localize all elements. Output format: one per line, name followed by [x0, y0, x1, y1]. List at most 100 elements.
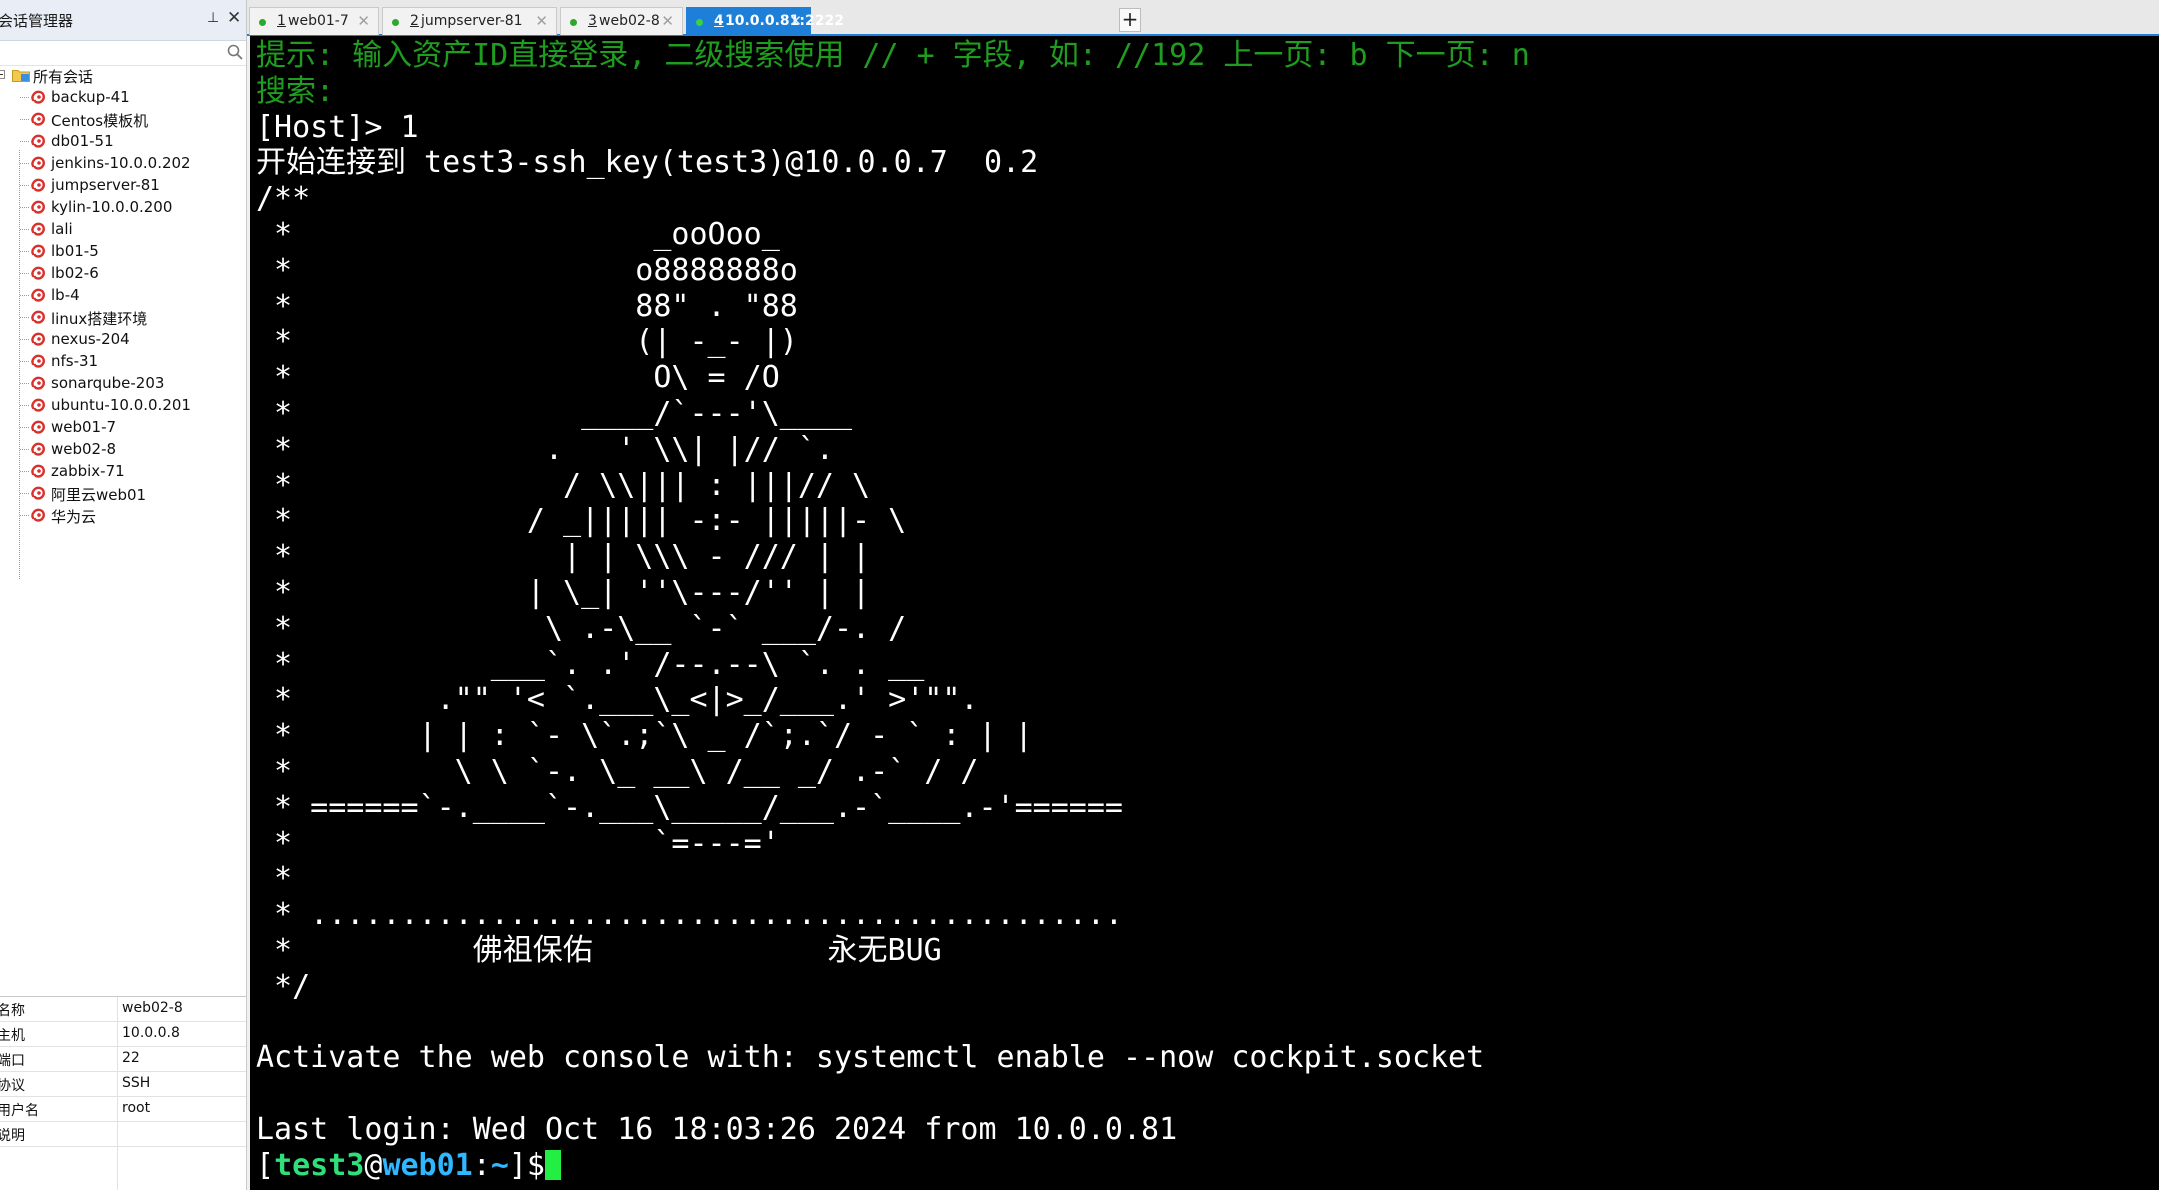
ssh-session-icon: [31, 332, 45, 346]
tree-connector: [20, 427, 30, 428]
session-item[interactable]: 阿里云web01: [0, 482, 246, 504]
session-search-input[interactable]: [0, 41, 226, 65]
session-item[interactable]: zabbix-71: [0, 460, 246, 482]
session-item[interactable]: backup-41: [0, 86, 246, 108]
session-item[interactable]: lb02-6: [0, 262, 246, 284]
property-key: 协议: [0, 1078, 25, 1094]
prompt-host: web01: [382, 1147, 473, 1183]
session-label: backup-41: [51, 88, 130, 106]
ssh-session-icon: [31, 178, 45, 192]
session-item[interactable]: Centos模板机: [0, 108, 246, 130]
session-label: jenkins-10.0.0.202: [51, 154, 191, 172]
new-tab-button[interactable]: +: [1119, 8, 1141, 32]
property-value: root: [122, 1100, 151, 1116]
session-item[interactable]: nexus-204: [0, 328, 246, 350]
ssh-session-icon: [31, 112, 45, 126]
terminal-view[interactable]: 提示: 输入资产ID直接登录, 二级搜索使用 // + 字段, 如: //192…: [250, 36, 2159, 1190]
host-prompt-line: [Host]> 1: [256, 109, 419, 145]
close-panel-icon[interactable]: ✕: [227, 8, 241, 28]
pin-icon[interactable]: ⊥: [207, 10, 219, 26]
last-login-line: Last login: Wed Oct 16 18:03:26 2024 fro…: [256, 1111, 1178, 1147]
tree-connector: [20, 141, 30, 142]
close-tab-icon[interactable]: ✕: [789, 12, 802, 30]
tab-label: jumpserver-81: [421, 13, 523, 29]
banner-line: * `=---=': [256, 825, 780, 861]
ssh-session-icon: [31, 156, 45, 170]
session-tab[interactable]: 4 10.0.0.81:2222 ✕: [686, 7, 844, 35]
session-label: zabbix-71: [51, 462, 125, 480]
property-key: 用户名: [0, 1103, 39, 1119]
tree-connector: [20, 405, 30, 406]
session-item[interactable]: lb-4: [0, 284, 246, 306]
banner-line: * 佛祖保佑 永无BUG: [256, 932, 942, 968]
session-item[interactable]: nfs-31: [0, 350, 246, 372]
banner-line: * 88" . "88: [256, 288, 798, 324]
session-item[interactable]: web02-8: [0, 438, 246, 460]
session-item[interactable]: 华为云: [0, 504, 246, 526]
tree-connector: [20, 361, 30, 362]
property-row: 端口 22: [0, 1047, 246, 1072]
close-tab-icon[interactable]: ✕: [535, 12, 548, 30]
banner-line: * \ .-\__ `-` ___/-. /: [256, 610, 907, 646]
close-tab-icon[interactable]: ✕: [661, 12, 674, 30]
session-item[interactable]: web01-7: [0, 416, 246, 438]
ssh-session-icon: [31, 90, 45, 104]
ssh-session-icon: [31, 464, 45, 478]
session-item[interactable]: jumpserver-81: [0, 174, 246, 196]
session-tab[interactable]: 3 web02-8 ✕: [560, 7, 683, 35]
session-label: linux搭建环境: [51, 310, 148, 328]
ssh-session-icon: [31, 354, 45, 368]
banner-line: * / \\||| : |||// \: [256, 467, 871, 503]
banner-line: * | \_| ''\---/'' | |: [256, 574, 871, 610]
tree-root-label: 所有会话: [33, 68, 94, 86]
ssh-session-icon: [31, 222, 45, 236]
tree-connector: [20, 471, 30, 472]
tree-connector: [20, 515, 30, 516]
tree-vertical-line: [19, 150, 20, 580]
session-item[interactable]: linux搭建环境: [0, 306, 246, 328]
session-manager-header: 会话管理器 ⊥ ✕: [0, 0, 246, 41]
shell-prompt[interactable]: [test3@web01:~]$: [256, 1148, 561, 1183]
banner-line: * ......................................…: [256, 897, 1123, 933]
property-key: 主机: [0, 1028, 25, 1044]
session-item[interactable]: sonarqube-203: [0, 372, 246, 394]
close-tab-icon[interactable]: ✕: [357, 12, 370, 30]
tab-number: 2: [410, 13, 419, 29]
tree-connector: [20, 339, 30, 340]
tree-connector: [20, 251, 30, 252]
session-label: sonarqube-203: [51, 374, 165, 392]
session-item[interactable]: kylin-10.0.0.200: [0, 196, 246, 218]
tree-connector: [20, 119, 30, 120]
prompt-path: ~: [490, 1147, 509, 1183]
search-icon[interactable]: [226, 43, 244, 61]
ssh-session-icon: [31, 508, 45, 522]
tree-connector: [20, 317, 30, 318]
banner-line: *: [256, 861, 293, 897]
session-label: ubuntu-10.0.0.201: [51, 396, 191, 414]
terminal-output: 提示: 输入资产ID直接登录, 二级搜索使用 // + 字段, 如: //192…: [256, 38, 1530, 1184]
session-label: jumpserver-81: [51, 176, 160, 194]
session-tab[interactable]: 2 jumpserver-81 ✕: [382, 7, 557, 35]
tree-connector: [20, 163, 30, 164]
banner-line: * _ooOoo_: [256, 216, 780, 252]
banner-line: * (| -_- |): [256, 324, 798, 360]
buddha-banner: /** * _ooOoo_ * o8888888o * 88" . "88 * …: [256, 181, 1123, 1004]
tree-connector: [20, 493, 30, 494]
session-item[interactable]: ubuntu-10.0.0.201: [0, 394, 246, 416]
banner-line: * ___`. .' /--.--\ `. . __: [256, 646, 925, 682]
ssh-session-icon: [31, 310, 45, 324]
session-label: lb-4: [51, 286, 80, 304]
banner-line: * ."" '< `.___\_<|>_/___.' >'"".: [256, 682, 979, 718]
ssh-session-icon: [31, 420, 45, 434]
tree-root-all-sessions[interactable]: 所有会话: [0, 64, 246, 86]
session-item[interactable]: lali: [0, 218, 246, 240]
collapse-toggle-icon[interactable]: [0, 70, 5, 79]
prompt-user: test3: [274, 1147, 365, 1183]
property-row: 主机 10.0.0.8: [0, 1022, 246, 1047]
session-item[interactable]: db01-51: [0, 130, 246, 152]
banner-line: */: [256, 968, 311, 1004]
banner-line: * | | \\\ - /// | |: [256, 539, 871, 575]
session-tab[interactable]: 1 web01-7 ✕: [249, 7, 379, 35]
session-item[interactable]: jenkins-10.0.0.202: [0, 152, 246, 174]
session-item[interactable]: lb01-5: [0, 240, 246, 262]
